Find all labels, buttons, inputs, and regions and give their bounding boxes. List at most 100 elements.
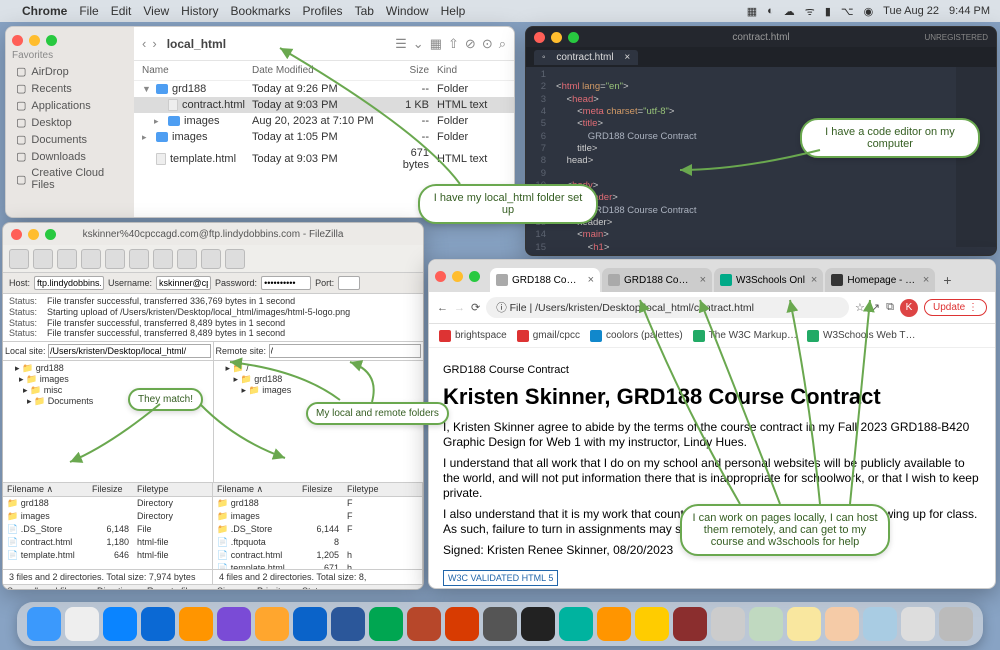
close-tab-icon[interactable]: × (923, 274, 929, 286)
menu-item[interactable]: Bookmarks (231, 4, 291, 18)
menu-item[interactable]: Window (386, 4, 429, 18)
file-row[interactable]: ▸ imagesToday at 1:05 PM--Folder (134, 129, 514, 145)
minimize-icon[interactable] (29, 35, 40, 46)
new-tab-button[interactable]: + (937, 268, 957, 292)
dock-app-icon[interactable] (787, 607, 821, 641)
dock-app-icon[interactable] (749, 607, 783, 641)
dock-app-icon[interactable] (407, 607, 441, 641)
bookmark[interactable]: brightspace (439, 330, 507, 342)
dock-app-icon[interactable] (939, 607, 973, 641)
browser-tab[interactable]: GRD188 Course× (490, 268, 600, 292)
bookmark[interactable]: coolors (palettes) (590, 330, 683, 342)
dock-app-icon[interactable] (217, 607, 251, 641)
tag-icon[interactable]: ⊘ (465, 36, 476, 52)
sidebar-item[interactable]: ▢Desktop (12, 114, 128, 131)
back-icon[interactable]: ← (437, 302, 448, 314)
sidebar-item[interactable]: ▢Applications (12, 97, 128, 114)
zoom-icon[interactable] (469, 271, 480, 282)
local-list-header[interactable]: Filename ∧FilesizeFiletype (3, 482, 212, 497)
profile-avatar[interactable]: K (900, 299, 918, 317)
back-icon[interactable]: ‹ (142, 36, 146, 51)
bookmark[interactable]: gmail/cpcc (517, 330, 580, 342)
list-item[interactable]: 📁 .DS_Store6,144F (213, 523, 422, 536)
menu-item[interactable]: Profiles (303, 4, 343, 18)
close-tab-icon[interactable]: × (588, 274, 594, 286)
host-input[interactable] (34, 276, 104, 290)
update-button[interactable]: Update ⋮ (924, 299, 987, 316)
wifi-icon[interactable]: ᯤ (805, 4, 815, 19)
tree-node[interactable]: ▸ 📁 images (7, 374, 209, 385)
close-tab-icon[interactable]: × (811, 274, 817, 286)
share-icon[interactable]: ☆ (855, 301, 865, 314)
list-item[interactable]: 📁 imagesF (213, 510, 422, 523)
puzzle-icon[interactable]: ⧉ (886, 301, 894, 314)
share-icon[interactable]: ⇧ (448, 36, 459, 52)
file-row[interactable]: contract.htmlToday at 9:03 PM1 KBHTML te… (134, 97, 514, 113)
zoom-icon[interactable] (46, 35, 57, 46)
dock-app-icon[interactable] (521, 607, 555, 641)
local-file-list[interactable]: 📁 grd188Directory📁 imagesDirectory📄 .DS_… (3, 497, 212, 569)
port-input[interactable] (338, 276, 360, 290)
close-icon[interactable] (534, 32, 545, 43)
search-icon[interactable]: ⌕ (499, 36, 506, 52)
tree-node[interactable]: ▸ 📁 images (218, 385, 420, 396)
minimize-icon[interactable] (452, 271, 463, 282)
control-center-icon[interactable]: ⌥ (841, 5, 854, 18)
list-item[interactable]: 📄 .DS_Store6,148File (3, 523, 212, 536)
remote-site-input[interactable] (269, 344, 421, 358)
dock-app-icon[interactable] (255, 607, 289, 641)
list-item[interactable]: 📁 grd188F (213, 497, 422, 510)
bookmark[interactable]: W3Schools Web T… (807, 330, 915, 342)
dock-app-icon[interactable] (597, 607, 631, 641)
bookmark[interactable]: The W3C Markup… (693, 330, 797, 342)
menu-item[interactable]: Help (441, 4, 466, 18)
remote-file-list[interactable]: 📁 grd188F📁 imagesF📁 .DS_Store6,144F📄 .ft… (213, 497, 422, 569)
remote-list-header[interactable]: Filename ∧FilesizeFiletype (213, 482, 422, 497)
dock-app-icon[interactable] (825, 607, 859, 641)
menu-item[interactable]: History (181, 4, 218, 18)
tree-node[interactable]: ▸ 📁 grd188 (7, 363, 209, 374)
dock-app-icon[interactable] (27, 607, 61, 641)
dock-app-icon[interactable] (673, 607, 707, 641)
menubar-time[interactable]: 9:44 PM (949, 5, 990, 17)
tree-node[interactable]: ▸ 📁 grd188 (218, 374, 420, 385)
menu-item[interactable]: Tab (355, 4, 374, 18)
dock-app-icon[interactable] (559, 607, 593, 641)
menu-item[interactable]: View (143, 4, 169, 18)
file-row[interactable]: ▼ grd188Today at 9:26 PM--Folder (134, 81, 514, 97)
more-icon[interactable]: ⊙ (482, 36, 493, 52)
view-options-icon[interactable]: ⌄ (413, 36, 424, 52)
close-icon[interactable] (435, 271, 446, 282)
sidebar-item[interactable]: ▢Creative Cloud Files (12, 165, 128, 193)
pass-input[interactable] (261, 276, 311, 290)
close-icon[interactable] (12, 35, 23, 46)
minimize-icon[interactable] (28, 229, 39, 240)
finder-columns[interactable]: NameDate ModifiedSizeKind (134, 61, 514, 81)
list-item[interactable]: 📄 template.html671h (213, 562, 422, 569)
dock-app-icon[interactable] (863, 607, 897, 641)
list-item[interactable]: 📄 .ftpquota8 (213, 536, 422, 549)
close-icon[interactable] (11, 229, 22, 240)
dock-app-icon[interactable] (369, 607, 403, 641)
sidebar-item[interactable]: ▢Downloads (12, 148, 128, 165)
minimize-icon[interactable] (551, 32, 562, 43)
editor-tabs[interactable]: ◦ contract.html × (526, 47, 996, 67)
app-menu[interactable]: Chrome (22, 4, 67, 18)
zoom-icon[interactable] (568, 32, 579, 43)
dock-app-icon[interactable] (293, 607, 327, 641)
dock-app-icon[interactable] (65, 607, 99, 641)
browser-tab[interactable]: Homepage - GRD× (825, 268, 935, 292)
w3c-badge[interactable]: W3C VALIDATED HTML 5 (443, 570, 558, 586)
tree-node[interactable]: ▸ 📁 / (218, 363, 420, 374)
toolbar-button[interactable] (9, 249, 29, 269)
browser-tab[interactable]: GRD188 Course× (602, 268, 712, 292)
menu-item[interactable]: File (79, 4, 98, 18)
file-row[interactable]: ▸ imagesAug 20, 2023 at 7:10 PM--Folder (134, 113, 514, 129)
ext-icon[interactable]: ↗ (871, 301, 880, 314)
zoom-icon[interactable] (45, 229, 56, 240)
file-row[interactable]: template.htmlToday at 9:03 PM671 bytesHT… (134, 145, 514, 173)
reload-icon[interactable]: ⟳ (471, 301, 480, 314)
list-item[interactable]: 📄 template.html646html-file (3, 549, 212, 562)
address-field[interactable]: ⓘ File | /Users/kristen/Desktop/local_ht… (486, 297, 849, 318)
dock-app-icon[interactable] (445, 607, 479, 641)
